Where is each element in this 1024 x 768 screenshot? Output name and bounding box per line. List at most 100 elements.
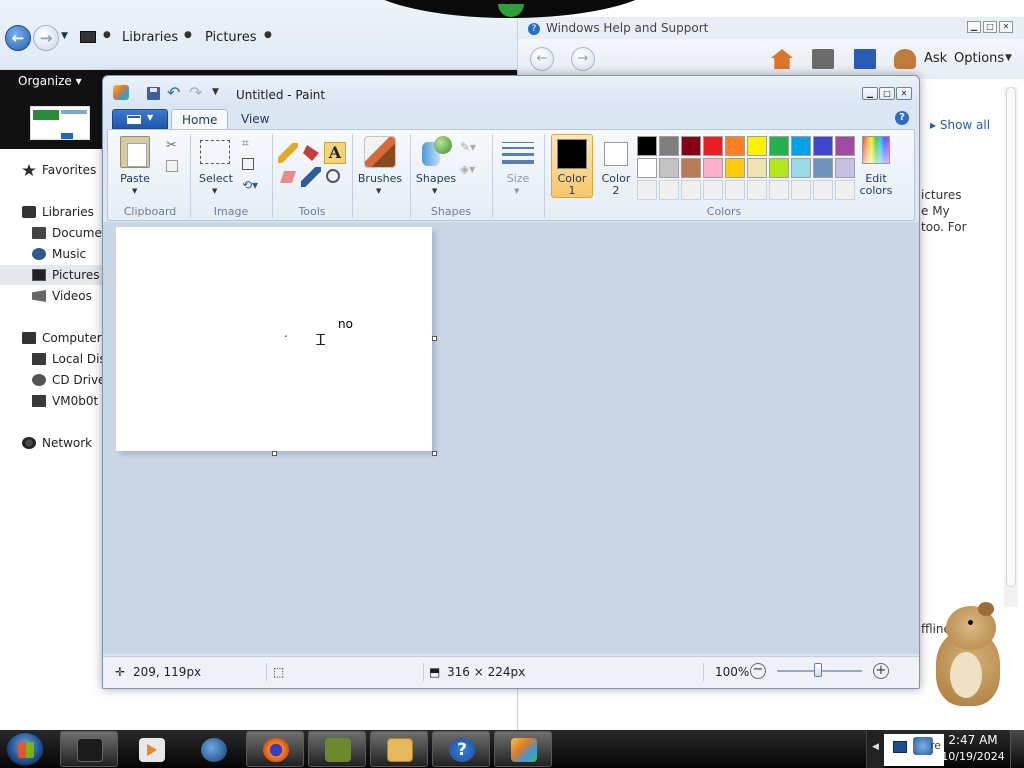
- color2-button[interactable]: Color 2: [596, 173, 636, 197]
- palette-swatch[interactable]: [791, 180, 811, 200]
- canvas-workspace[interactable]: . no Ꮖ: [103, 222, 919, 654]
- breadcrumb-separator-icon[interactable]: ●: [264, 30, 272, 40]
- chevron-down-icon[interactable]: ▼: [432, 187, 437, 195]
- nav-computer[interactable]: Computer: [22, 328, 102, 348]
- help-back-arrow-icon[interactable]: ←: [530, 47, 554, 71]
- zoom-out-minus-icon[interactable]: −: [750, 663, 766, 679]
- shapes-icon[interactable]: [420, 136, 452, 168]
- palette-swatch[interactable]: [747, 158, 767, 178]
- nav-cd-drive[interactable]: CD Drive (: [32, 370, 102, 390]
- taskbar-box-button[interactable]: [370, 731, 428, 767]
- breadcrumb-libraries[interactable]: Libraries: [122, 30, 178, 45]
- customize-quick-access-chevron-icon[interactable]: ▼: [212, 87, 219, 97]
- organize-menu-button[interactable]: Organize ▾: [18, 74, 82, 88]
- paint-close-button[interactable]: ✕: [896, 87, 912, 100]
- clock-time[interactable]: 2:47 AM: [944, 733, 1002, 747]
- color1-swatch[interactable]: [557, 139, 587, 169]
- resize-handle-corner[interactable]: [432, 451, 437, 456]
- palette-swatch[interactable]: [747, 136, 767, 156]
- breadcrumb-separator-icon[interactable]: ●: [103, 30, 111, 40]
- palette-swatch[interactable]: [703, 136, 723, 156]
- palette-swatch[interactable]: [813, 180, 833, 200]
- palette-swatch[interactable]: [835, 158, 855, 178]
- paint-titlebar[interactable]: ↶ ↷ ▼ Untitled - Paint ▁ □ ✕: [103, 76, 919, 108]
- chevron-down-icon[interactable]: ▼: [376, 187, 381, 195]
- zoom-slider-thumb[interactable]: [814, 663, 822, 677]
- pencil-icon[interactable]: [278, 143, 298, 163]
- palette-swatch[interactable]: [725, 136, 745, 156]
- shapes-button[interactable]: Shapes: [414, 173, 458, 185]
- network-monitor-icon[interactable]: [893, 741, 907, 753]
- edit-colors-rainbow-icon[interactable]: [862, 136, 890, 164]
- nav-favorites[interactable]: Favorites: [22, 160, 102, 180]
- paint-maximize-button[interactable]: □: [879, 87, 895, 100]
- taskbar-help-button[interactable]: ?: [432, 731, 490, 767]
- brushes-button[interactable]: Brushes: [356, 173, 404, 185]
- help-scrollbar[interactable]: [1004, 87, 1018, 607]
- chevron-down-icon[interactable]: ▼: [212, 187, 217, 195]
- browse-help-book-icon[interactable]: [854, 49, 876, 69]
- options-button[interactable]: Options: [954, 51, 1004, 66]
- paste-clipboard-icon[interactable]: [120, 136, 150, 168]
- crop-icon[interactable]: ⌗: [242, 136, 249, 151]
- paste-button[interactable]: Paste: [120, 173, 150, 185]
- resize-handle-bottom[interactable]: [272, 451, 277, 456]
- printer-icon[interactable]: [812, 49, 834, 69]
- magnifier-icon[interactable]: [326, 169, 340, 183]
- paint-minimize-button[interactable]: ▁: [862, 87, 878, 100]
- shape-outline-icon[interactable]: ✎▾: [460, 140, 476, 154]
- color2-swatch[interactable]: [604, 142, 628, 166]
- eraser-icon[interactable]: [280, 171, 296, 183]
- redo-icon[interactable]: ↷: [189, 83, 202, 102]
- copy-icon[interactable]: [166, 160, 178, 172]
- palette-swatch[interactable]: [791, 158, 811, 178]
- nav-local-disk[interactable]: Local Disk: [32, 349, 102, 369]
- image-thumbnail[interactable]: [30, 106, 90, 140]
- tab-view[interactable]: View: [231, 109, 279, 130]
- palette-swatch[interactable]: [769, 136, 789, 156]
- rotate-icon[interactable]: ⟲▾: [242, 178, 258, 192]
- drawing-canvas[interactable]: . no Ꮖ: [116, 227, 432, 451]
- palette-swatch[interactable]: [813, 158, 833, 178]
- taskbar-paint-button[interactable]: [494, 731, 552, 767]
- ask-people-icon[interactable]: [894, 49, 916, 69]
- shape-fill-icon[interactable]: ◈▾: [460, 162, 475, 176]
- nav-documents[interactable]: Documen: [32, 223, 102, 243]
- taskbar-explorer-button[interactable]: [60, 731, 118, 767]
- save-icon[interactable]: [147, 87, 160, 100]
- breadcrumb-pictures[interactable]: Pictures: [205, 30, 256, 45]
- recent-pages-chevron-down-icon[interactable]: ▼: [61, 31, 68, 41]
- palette-swatch[interactable]: [769, 158, 789, 178]
- back-arrow-icon[interactable]: ←: [5, 25, 31, 51]
- palette-swatch[interactable]: [681, 136, 701, 156]
- palette-swatch[interactable]: [725, 158, 745, 178]
- resize-handle-right[interactable]: [432, 336, 437, 341]
- taskbar-media-player-button[interactable]: [122, 731, 180, 767]
- chevron-down-icon[interactable]: ▼: [514, 187, 519, 195]
- taskbar-hamster-box-button[interactable]: [308, 731, 366, 767]
- undo-icon[interactable]: ↶: [167, 83, 180, 102]
- help-maximize-button[interactable]: □: [983, 21, 997, 33]
- paint-menu-button[interactable]: ▼: [112, 109, 168, 129]
- scrollbar-thumb[interactable]: [1006, 87, 1016, 587]
- edit-colors-button[interactable]: Edit colors: [854, 173, 898, 197]
- help-forward-arrow-icon[interactable]: →: [571, 47, 595, 71]
- size-lines-icon[interactable]: [502, 140, 534, 164]
- taskbar-firefox-button[interactable]: [246, 731, 304, 767]
- resize-icon[interactable]: [242, 158, 254, 170]
- size-button[interactable]: Size: [498, 173, 538, 185]
- palette-swatch[interactable]: [703, 180, 723, 200]
- nav-videos[interactable]: Videos: [32, 286, 102, 306]
- palette-swatch[interactable]: [659, 136, 679, 156]
- nav-libraries[interactable]: Libraries: [22, 202, 102, 222]
- palette-swatch[interactable]: [637, 158, 657, 178]
- nav-network[interactable]: Network: [22, 433, 102, 453]
- fill-bucket-icon[interactable]: [303, 145, 319, 161]
- palette-swatch[interactable]: [747, 180, 767, 200]
- cut-scissors-icon[interactable]: ✂: [166, 138, 177, 153]
- nav-music[interactable]: Music: [32, 244, 102, 264]
- palette-swatch[interactable]: [813, 136, 833, 156]
- palette-swatch[interactable]: [769, 180, 789, 200]
- home-icon[interactable]: [771, 49, 793, 69]
- palette-swatch[interactable]: [703, 158, 723, 178]
